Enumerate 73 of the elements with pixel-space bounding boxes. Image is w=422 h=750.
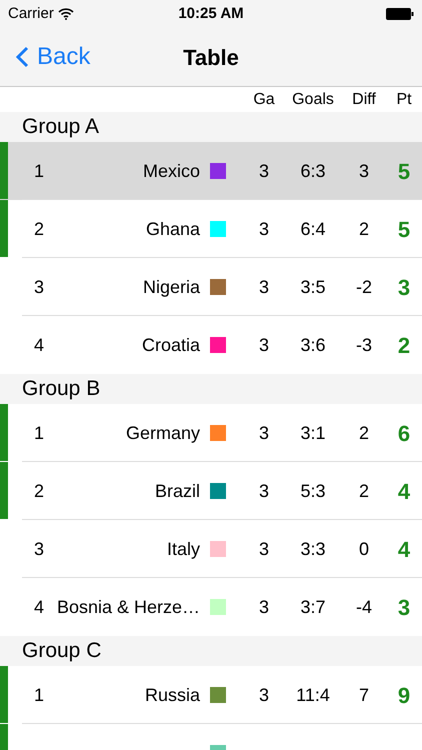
diff-cell-text: 2 — [358, 480, 370, 502]
goals-cell-text: 6:4 — [299, 218, 327, 240]
table-row[interactable]: 1 Germany 3 3:1 2 6 — [0, 404, 422, 462]
back-button[interactable]: Back — [0, 39, 90, 75]
points-cell-text: 3 — [396, 274, 412, 302]
position-cell-text: 3 — [34, 538, 46, 560]
clock-time: 10:25 AM — [178, 4, 244, 24]
position-cell-text: 1 — [34, 684, 46, 706]
position-cell-text: 2 — [34, 480, 46, 502]
diff-cell-text: 3 — [358, 160, 370, 182]
diff-cell-text: -4 — [354, 596, 373, 618]
points-cell-text: 4 — [396, 536, 412, 564]
column-header: Ga — [252, 90, 276, 110]
team-name: Croatia — [140, 334, 201, 356]
points-cell-text: 6 — [396, 420, 412, 448]
team-name: Nigeria — [142, 276, 201, 299]
goals-cell-text: 11:4 — [295, 684, 331, 706]
team-name: Ghana — [144, 218, 201, 240]
goals-cell-text: 3:7 — [299, 596, 327, 618]
diff-cell-text: -2 — [354, 276, 373, 298]
goals-cell-text: 3:6 — [299, 334, 327, 356]
column-header: Diff — [351, 90, 377, 110]
chevron-left-icon — [16, 46, 29, 68]
points-cell-text: 9 — [396, 682, 412, 710]
games-cell-text: 3 — [258, 684, 270, 706]
points-cell-text: 5 — [396, 158, 412, 186]
wifi-icon — [58, 8, 74, 20]
column-header: Pt — [395, 90, 413, 110]
points-cell-text: 4 — [396, 478, 412, 506]
games-cell-text: 3 — [258, 422, 270, 444]
team-name: Brazil — [154, 480, 201, 502]
team-name: Mexico — [142, 160, 201, 182]
diff-cell-text: 2 — [358, 218, 370, 240]
carrier-label: Carrier — [8, 4, 54, 24]
battery-icon — [386, 8, 414, 20]
position-cell-text: 2 — [34, 218, 46, 240]
diff-cell-text: 2 — [358, 422, 370, 444]
group-header: Group B — [22, 376, 100, 402]
points-cell-text: 3 — [396, 594, 412, 622]
table-row[interactable]: 2 Ghana 3 6:4 2 5 — [0, 200, 422, 258]
games-cell-text: 3 — [258, 334, 270, 356]
games-cell-text: 3 — [258, 480, 270, 502]
table-row[interactable]: 1 Russia 3 11:4 7 9 — [0, 666, 422, 724]
goals-cell-text: 6:3 — [299, 160, 327, 182]
table-row[interactable]: 2 Brazil 3 5:3 2 4 — [0, 462, 422, 520]
points-cell-text: 2 — [396, 332, 412, 360]
team-name: Italy — [166, 538, 201, 561]
goals-cell-text: 3:3 — [299, 538, 327, 560]
position-cell-text: 3 — [34, 276, 46, 298]
team-name: Russia — [144, 684, 201, 706]
goals-cell-text: 3:5 — [299, 276, 327, 298]
diff-cell-text: 0 — [358, 538, 370, 560]
screen-title: Table — [183, 44, 239, 72]
diff-cell-text: -3 — [354, 334, 373, 356]
group-header: Group A — [22, 114, 100, 140]
goals-cell-text: 3:1 — [299, 422, 327, 444]
position-cell-text: 1 — [34, 422, 46, 444]
goals-cell-text: 5:3 — [299, 480, 327, 502]
position-cell-text: 4 — [34, 334, 46, 356]
group-header: Group C — [22, 638, 102, 664]
games-cell-text: 3 — [258, 160, 270, 182]
games-cell-text: 3 — [258, 276, 270, 298]
table-row[interactable]: 1 Mexico 3 6:3 3 5 — [0, 142, 422, 200]
position-cell-text: 4 — [34, 596, 46, 618]
diff-cell-text: 7 — [358, 684, 370, 706]
games-cell-text: 3 — [258, 538, 270, 560]
games-cell-text: 3 — [258, 596, 270, 618]
column-header: Goals — [291, 90, 335, 110]
position-cell-text: 1 — [34, 160, 46, 182]
team-name: Bosnia & Herze… — [56, 596, 201, 618]
games-cell-text: 3 — [258, 218, 270, 240]
points-cell-text: 5 — [396, 216, 412, 244]
team-name: Germany — [124, 422, 201, 445]
